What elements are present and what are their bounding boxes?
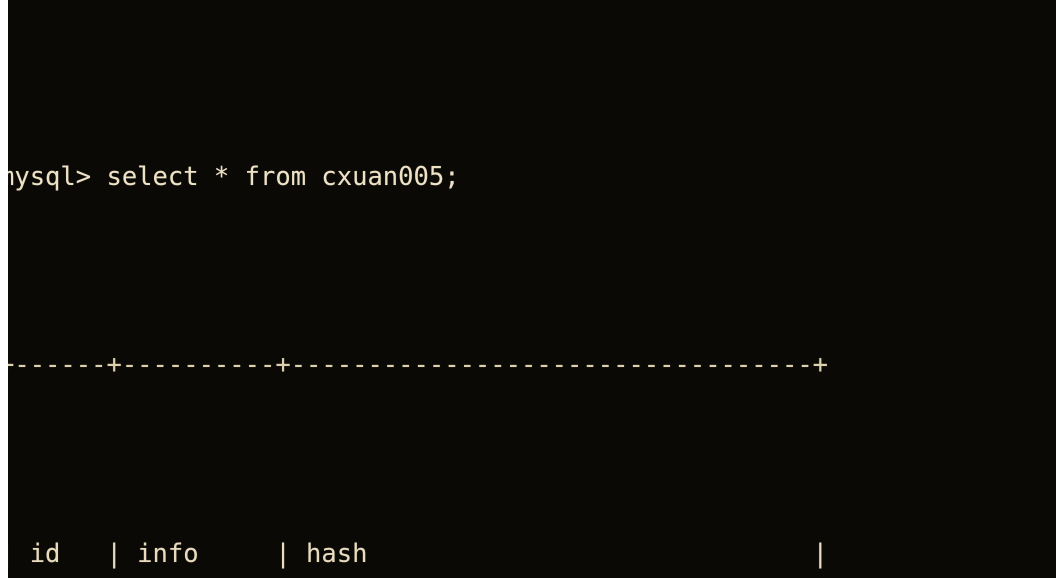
table-header-row: | id | info | hash | [8, 539, 829, 570]
table-border-top: +------+----------+---------------------… [8, 350, 829, 381]
mysql-prompt-line: mysql> select * from cxuan005; [8, 161, 460, 192]
terminal-output: mysql> select * from cxuan005; +------+-… [8, 12, 1056, 578]
screenshot-root: mysql> select * from cxuan005; +------+-… [0, 0, 1056, 578]
terminal-window[interactable]: mysql> select * from cxuan005; +------+-… [8, 0, 1056, 578]
